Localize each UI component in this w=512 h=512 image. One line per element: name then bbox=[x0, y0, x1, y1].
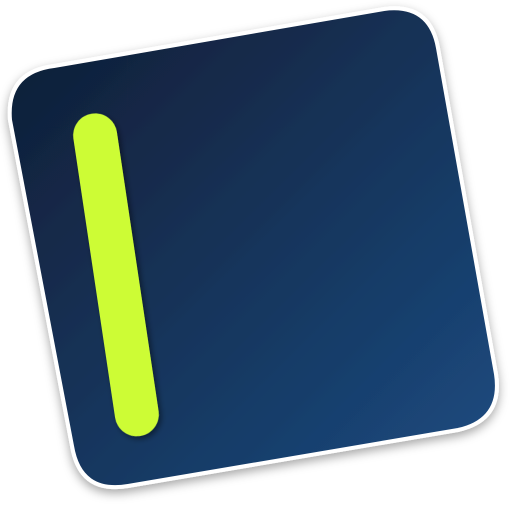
icon-background bbox=[7, 6, 499, 490]
app-icon-stage bbox=[0, 0, 512, 512]
app-icon bbox=[7, 6, 499, 490]
